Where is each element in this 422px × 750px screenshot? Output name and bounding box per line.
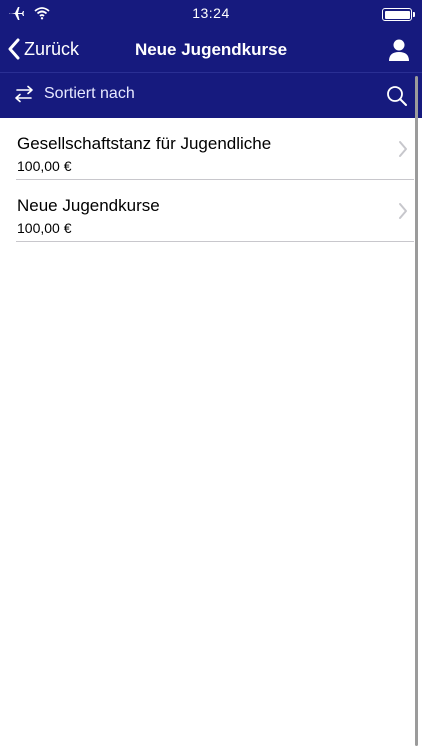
sort-button[interactable]: Sortiert nach xyxy=(12,85,135,103)
status-time: 13:24 xyxy=(192,5,230,21)
sort-label: Sortiert nach xyxy=(44,85,135,102)
chevron-right-icon xyxy=(399,141,407,157)
chevron-right-icon xyxy=(399,203,407,219)
sort-bar: Sortiert nach xyxy=(0,72,422,118)
list-item[interactable]: Neue Jugendkurse 100,00 € xyxy=(16,180,414,242)
person-icon[interactable] xyxy=(388,38,410,62)
page-title: Neue Jugendkurse xyxy=(134,40,288,59)
course-price: 100,00 € xyxy=(17,158,72,174)
search-icon[interactable] xyxy=(386,85,408,107)
course-price: 100,00 € xyxy=(17,220,72,236)
status-bar: 13:24 xyxy=(0,0,422,28)
battery-icon xyxy=(382,8,415,21)
course-list: Gesellschaftstanz für Jugendliche 100,00… xyxy=(0,118,422,242)
list-item[interactable]: Gesellschaftstanz für Jugendliche 100,00… xyxy=(16,118,414,180)
scroll-indicator[interactable] xyxy=(415,76,418,746)
navigation-bar: Zurück Neue Jugendkurse xyxy=(0,28,422,72)
course-name: Neue Jugendkurse xyxy=(17,196,160,215)
swap-arrows-icon xyxy=(15,85,33,103)
course-name: Gesellschaftstanz für Jugendliche xyxy=(17,134,272,153)
